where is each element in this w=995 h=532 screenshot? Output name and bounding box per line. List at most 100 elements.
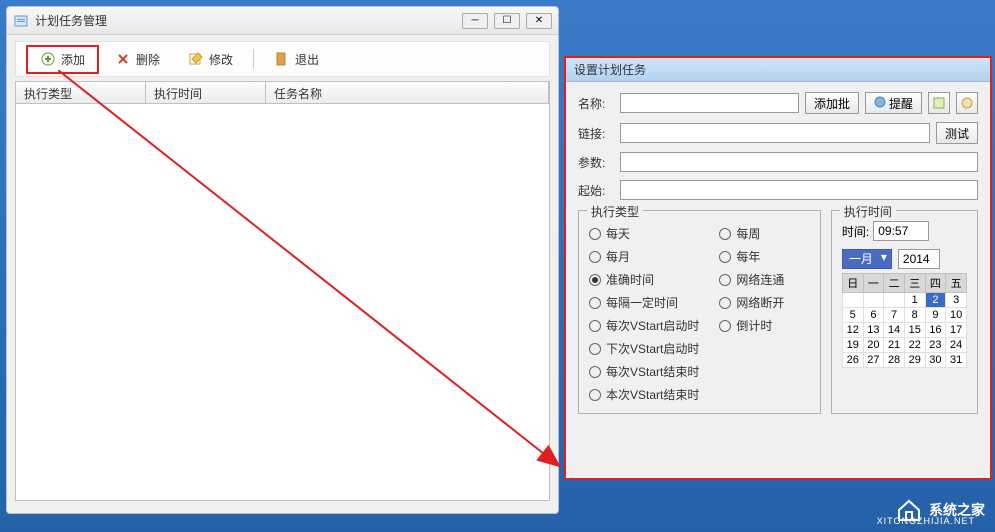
task-settings-window: 设置计划任务 名称: 添加批 提醒 链接: [564, 56, 992, 480]
radio-col-2: 每周每年网络连通网络断开倒计时 [719, 225, 784, 403]
radio-倒计时[interactable]: 倒计时 [719, 317, 784, 334]
close-button[interactable]: ✕ [526, 13, 552, 29]
radio-准确时间[interactable]: 准确时间 [589, 271, 699, 288]
calendar-day[interactable]: 10 [946, 308, 967, 323]
link-input[interactable] [620, 123, 930, 143]
params-row: 参数: [578, 152, 978, 172]
calendar-day[interactable]: 28 [884, 353, 905, 368]
radio-本次VStart结束时[interactable]: 本次VStart结束时 [589, 386, 699, 403]
task-table: 执行类型 执行时间 任务名称 [15, 81, 550, 501]
time-input[interactable] [873, 221, 929, 241]
modify-button[interactable]: 修改 [176, 47, 245, 72]
params-input[interactable] [620, 152, 978, 172]
radio-label: 下次VStart启动时 [606, 340, 699, 357]
icon-button-2[interactable] [956, 92, 978, 114]
calendar-day[interactable]: 22 [904, 338, 925, 353]
link-row: 链接: 测试 [578, 122, 978, 144]
calendar-day[interactable]: 29 [904, 353, 925, 368]
exit-label: 退出 [295, 51, 319, 68]
calendar-day[interactable]: 21 [884, 338, 905, 353]
radio-dot-icon [589, 366, 601, 378]
radio-label: 网络断开 [736, 294, 784, 311]
add-button[interactable]: 添加 [26, 45, 99, 74]
test-button[interactable]: 测试 [936, 122, 978, 144]
col-task-name[interactable]: 任务名称 [266, 82, 549, 103]
remind-icon [874, 96, 886, 111]
calendar-day[interactable]: 13 [863, 323, 884, 338]
radio-label: 每次VStart启动时 [606, 317, 699, 334]
radio-dot-icon [589, 320, 601, 332]
radio-每年[interactable]: 每年 [719, 248, 784, 265]
calendar-day[interactable]: 30 [925, 353, 946, 368]
radio-每周[interactable]: 每周 [719, 225, 784, 242]
remind-button[interactable]: 提醒 [865, 92, 922, 114]
add-icon [40, 51, 56, 67]
calendar-day[interactable]: 17 [946, 323, 967, 338]
start-label: 起始: [578, 182, 614, 199]
exit-button[interactable]: 退出 [262, 47, 331, 72]
modify-icon [188, 51, 204, 67]
calendar-day[interactable]: 12 [842, 323, 863, 338]
calendar-day[interactable]: 31 [946, 353, 967, 368]
calendar-day[interactable]: 26 [842, 353, 863, 368]
radio-col-1: 每天每月准确时间每隔一定时间每次VStart启动时下次VStart启动时每次VS… [589, 225, 699, 403]
radio-dot-icon [589, 274, 601, 286]
radio-每月[interactable]: 每月 [589, 248, 699, 265]
toolbar-separator [253, 49, 254, 69]
radio-每次VStart启动时[interactable]: 每次VStart启动时 [589, 317, 699, 334]
radio-dot-icon [589, 251, 601, 263]
calendar-day[interactable]: 15 [904, 323, 925, 338]
radio-每次VStart结束时[interactable]: 每次VStart结束时 [589, 363, 699, 380]
window-controls: ─ ☐ ✕ [462, 13, 552, 29]
task-manager-window: 计划任务管理 ─ ☐ ✕ 添加 删除 修改 [6, 6, 559, 514]
calendar-day[interactable]: 23 [925, 338, 946, 353]
col-exec-time[interactable]: 执行时间 [146, 82, 266, 103]
exec-time-group: 执行时间 时间: 一月 日一二三四五 123567891012131415161… [831, 210, 978, 414]
radio-dot-icon [589, 389, 601, 401]
weekday-header: 一 [863, 274, 884, 293]
name-input[interactable] [620, 93, 799, 113]
col-exec-type[interactable]: 执行类型 [16, 82, 146, 103]
calendar-day[interactable]: 14 [884, 323, 905, 338]
time-label: 时间: [842, 223, 869, 240]
radio-每隔一定时间[interactable]: 每隔一定时间 [589, 294, 699, 311]
radio-网络断开[interactable]: 网络断开 [719, 294, 784, 311]
calendar-day[interactable]: 20 [863, 338, 884, 353]
start-row: 起始: [578, 180, 978, 200]
radio-每天[interactable]: 每天 [589, 225, 699, 242]
watermark-sub: XITONGZHIJIA.NET [877, 516, 975, 526]
calendar-day[interactable]: 1 [904, 293, 925, 308]
delete-button[interactable]: 删除 [103, 47, 172, 72]
month-select[interactable]: 一月 [842, 249, 892, 269]
calendar-day[interactable]: 24 [946, 338, 967, 353]
minimize-button[interactable]: ─ [462, 13, 488, 29]
delete-label: 删除 [136, 51, 160, 68]
calendar-empty [884, 293, 905, 308]
calendar-day[interactable]: 27 [863, 353, 884, 368]
calendar-day[interactable]: 16 [925, 323, 946, 338]
calendar-day[interactable]: 7 [884, 308, 905, 323]
radio-网络连通[interactable]: 网络连通 [719, 271, 784, 288]
add-batch-button[interactable]: 添加批 [805, 92, 859, 114]
calendar-day[interactable]: 8 [904, 308, 925, 323]
calendar-day[interactable]: 6 [863, 308, 884, 323]
icon-button-1[interactable] [928, 92, 950, 114]
radio-dot-icon [719, 297, 731, 309]
radio-下次VStart启动时[interactable]: 下次VStart启动时 [589, 340, 699, 357]
link-label: 链接: [578, 125, 614, 142]
maximize-button[interactable]: ☐ [494, 13, 520, 29]
settings-titlebar: 设置计划任务 [566, 58, 990, 82]
year-input[interactable] [898, 249, 940, 269]
calendar-day[interactable]: 2 [925, 293, 946, 308]
delete-icon [115, 51, 131, 67]
radio-label: 每年 [736, 248, 760, 265]
radio-label: 准确时间 [606, 271, 654, 288]
calendar-day[interactable]: 19 [842, 338, 863, 353]
calendar-day[interactable]: 3 [946, 293, 967, 308]
weekday-header: 四 [925, 274, 946, 293]
calendar-day[interactable]: 5 [842, 308, 863, 323]
start-input[interactable] [620, 180, 978, 200]
calendar-day[interactable]: 9 [925, 308, 946, 323]
radio-dot-icon [589, 343, 601, 355]
modify-label: 修改 [209, 51, 233, 68]
